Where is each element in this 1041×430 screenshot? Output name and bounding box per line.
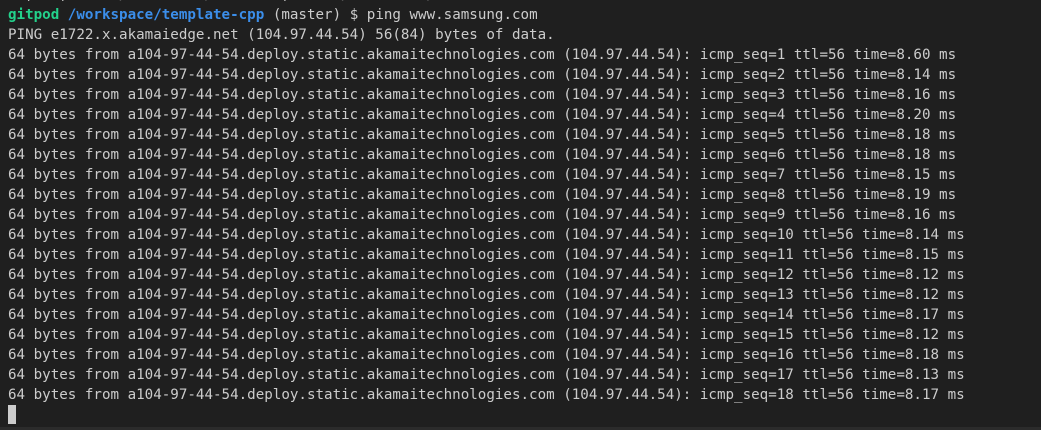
ping-reply-line: 64 bytes from a104-97-44-54.deploy.stati… [8, 327, 965, 343]
prompt-path: /workspace/template-cpp [67, 7, 265, 23]
ping-reply-line: 64 bytes from a104-97-44-54.deploy.stati… [8, 367, 965, 383]
terminal-output: gitpod /workspace/template-cpp (master) … [8, 5, 1041, 425]
ping-reply-line: 64 bytes from a104-97-44-54.deploy.stati… [8, 187, 957, 203]
prompt-command: ping www.samsung.com [366, 7, 538, 23]
ping-reply-line: 64 bytes from a104-97-44-54.deploy.stati… [8, 307, 965, 323]
prompt-branch: (master) [272, 7, 342, 23]
terminal-cursor [8, 405, 16, 424]
ping-reply-line: 64 bytes from a104-97-44-54.deploy.stati… [8, 147, 957, 163]
ping-reply-line: 64 bytes from a104-97-44-54.deploy.stati… [8, 287, 965, 303]
ping-reply-line: 64 bytes from a104-97-44-54.deploy.stati… [8, 67, 957, 83]
ping-reply-line: 64 bytes from a104-97-44-54.deploy.stati… [8, 247, 965, 263]
ping-reply-line: 64 bytes from a104-97-44-54.deploy.stati… [8, 267, 965, 283]
prompt-user: gitpod [8, 7, 60, 23]
terminal-panel[interactable]: , , / / , / / gitpod /workspace/template… [0, 0, 1041, 430]
ping-reply-line: 64 bytes from a104-97-44-54.deploy.stati… [8, 87, 957, 103]
ping-reply-line: 64 bytes from a104-97-44-54.deploy.stati… [8, 47, 957, 63]
ping-reply-line: 64 bytes from a104-97-44-54.deploy.stati… [8, 167, 957, 183]
ping-reply-line: 64 bytes from a104-97-44-54.deploy.stati… [8, 387, 965, 403]
prompt-line: gitpod /workspace/template-cpp (master) … [8, 5, 1041, 25]
ping-reply-line: 64 bytes from a104-97-44-54.deploy.stati… [8, 107, 957, 123]
ping-header: PING e1722.x.akamaiedge.net (104.97.44.5… [8, 27, 555, 43]
ping-reply-line: 64 bytes from a104-97-44-54.deploy.stati… [8, 227, 965, 243]
input-line[interactable] [8, 405, 1041, 425]
prompt-symbol: $ [349, 7, 359, 23]
ping-reply-line: 64 bytes from a104-97-44-54.deploy.stati… [8, 127, 957, 143]
ping-replies: 64 bytes from a104-97-44-54.deploy.stati… [8, 45, 1041, 405]
ping-reply-line: 64 bytes from a104-97-44-54.deploy.stati… [8, 347, 965, 363]
ping-reply-line: 64 bytes from a104-97-44-54.deploy.stati… [8, 207, 957, 223]
